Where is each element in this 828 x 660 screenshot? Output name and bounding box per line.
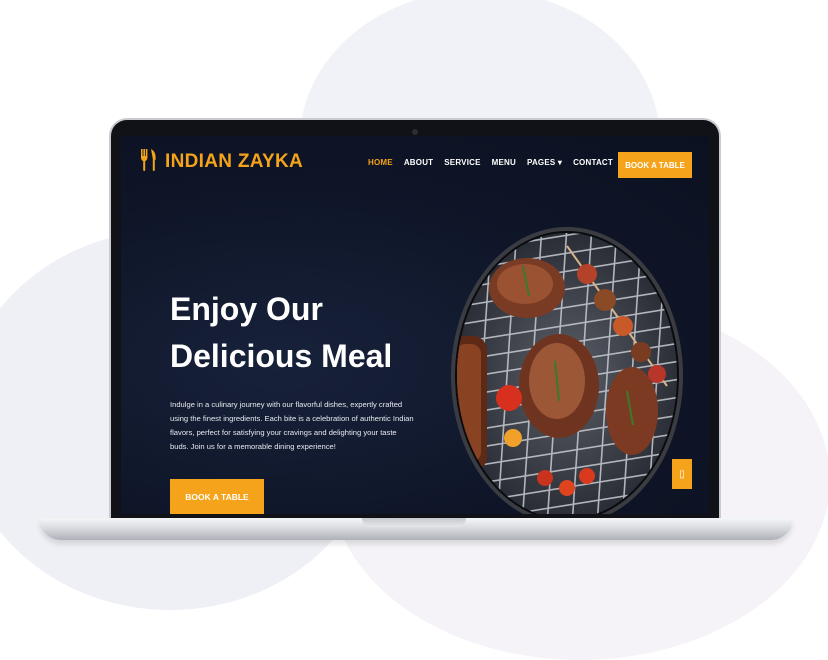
nav-home[interactable]: HOME — [368, 158, 393, 167]
arrow-up-icon: ▯ — [679, 468, 685, 480]
laptop-screen: INDIAN ZAYKA HOME ABOUT SERVICE MENU PAG… — [121, 136, 709, 514]
camera-icon — [412, 129, 418, 135]
laptop-base — [40, 518, 792, 540]
nav-book-table-button[interactable]: BOOK A TABLE — [618, 152, 692, 178]
nav-service[interactable]: SERVICE — [444, 158, 480, 167]
grilled-meat-image — [451, 227, 683, 514]
hero-title: Enjoy Our Delicious Meal — [170, 286, 410, 380]
hero-description: Indulge in a culinary journey with our f… — [170, 400, 414, 451]
brand-logo[interactable]: INDIAN ZAYKA — [140, 148, 303, 176]
laptop-lid: INDIAN ZAYKA HOME ABOUT SERVICE MENU PAG… — [111, 120, 719, 522]
laptop-notch — [362, 518, 466, 527]
brand-name: INDIAN ZAYKA — [165, 151, 304, 172]
nav-pages-dropdown[interactable]: PAGES ▾ — [527, 158, 562, 167]
nav-about[interactable]: ABOUT — [404, 158, 433, 167]
hero-title-line1: Enjoy Our — [170, 291, 323, 327]
hero-book-table-button[interactable]: BOOK A TABLE — [170, 479, 264, 514]
back-to-top-button[interactable]: ▯ — [672, 459, 692, 489]
nav-contact[interactable]: CONTACT — [573, 158, 613, 167]
hero-title-line2: Delicious Meal — [170, 338, 393, 374]
main-nav: HOME ABOUT SERVICE MENU PAGES ▾ CONTACT — [368, 158, 613, 167]
nav-menu[interactable]: MENU — [492, 158, 516, 167]
fork-knife-icon — [140, 148, 158, 176]
